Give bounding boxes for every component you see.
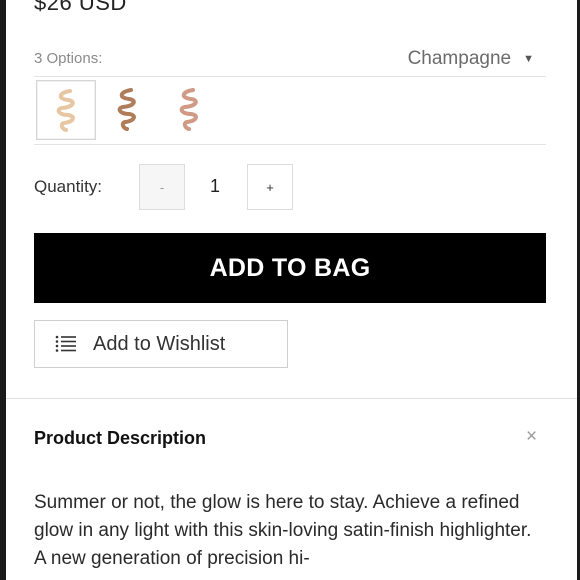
- highlighter-swirl-icon: [56, 89, 75, 132]
- highlighter-swirl-icon: [117, 88, 136, 131]
- quantity-increase-button[interactable]: +: [247, 164, 293, 210]
- add-to-bag-button[interactable]: ADD TO BAG: [34, 233, 546, 303]
- options-label: 3 Options:: [34, 50, 103, 67]
- highlighter-swirl-icon: [179, 88, 198, 131]
- list-icon: [55, 335, 76, 352]
- shade-swatch-1[interactable]: [36, 80, 96, 140]
- chevron-down-icon: ▼: [523, 53, 534, 65]
- shade-swatch-2[interactable]: [98, 80, 156, 138]
- add-to-wishlist-button[interactable]: Add to Wishlist: [34, 320, 288, 368]
- options-divider-bottom: [34, 144, 546, 145]
- section-divider: [6, 398, 577, 399]
- shade-dropdown-value: Champagne: [407, 48, 512, 69]
- quantity-label: Quantity:: [34, 177, 103, 196]
- quantity-decrease-button[interactable]: -: [139, 164, 185, 210]
- shade-swatch-3[interactable]: [160, 80, 218, 138]
- close-icon[interactable]: ×: [526, 426, 537, 448]
- shade-dropdown[interactable]: Champagne ▼: [408, 48, 534, 70]
- product-description-text: Summer or not, the glow is here to stay.…: [34, 492, 532, 569]
- product-price: $26 USD: [34, 0, 127, 15]
- product-description-heading: Product Description: [34, 428, 207, 448]
- quantity-value: 1: [209, 176, 220, 196]
- options-divider-top: [34, 76, 546, 77]
- screen-frame-left: [0, 0, 6, 580]
- wishlist-label: Add to Wishlist: [93, 332, 226, 355]
